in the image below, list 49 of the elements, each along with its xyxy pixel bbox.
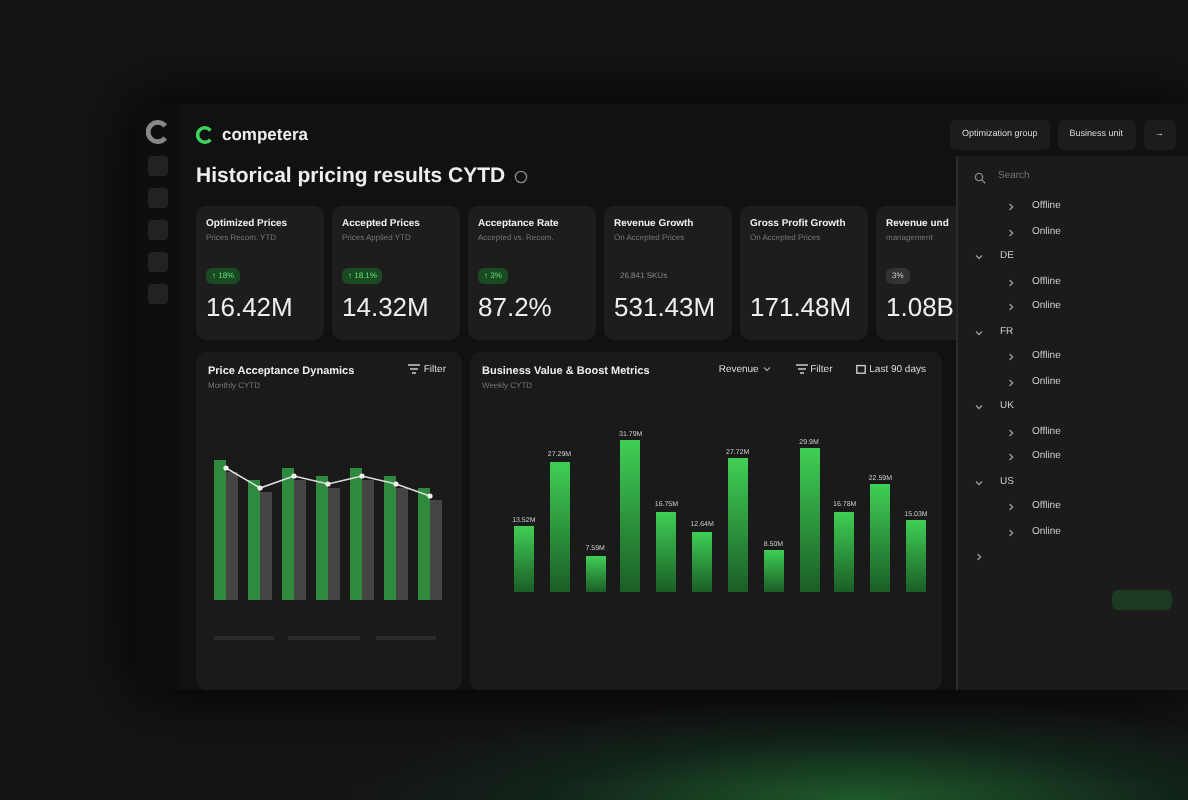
chart-bar (870, 483, 891, 592)
chart-bar (799, 448, 820, 592)
filter-icon (408, 363, 421, 374)
chevron-icon[interactable] (974, 327, 984, 338)
calendar-icon (856, 363, 867, 374)
page-title: Historical pricing results CYTD (196, 161, 506, 192)
chart-bar (727, 458, 748, 592)
brand-name: competera (222, 122, 308, 148)
chart-bar (585, 555, 606, 592)
data-point (427, 492, 433, 499)
chevron-icon[interactable] (1006, 427, 1016, 438)
chart-bar (692, 531, 713, 592)
card-value: 14.32M (342, 290, 431, 326)
chart-bar (549, 461, 570, 592)
chevron-icon[interactable] (1006, 377, 1016, 388)
chart-bar (834, 511, 855, 592)
data-point (325, 480, 331, 487)
chevron-icon[interactable] (1006, 277, 1016, 288)
chevron-icon[interactable] (974, 552, 984, 563)
search-icon (974, 171, 986, 184)
chart-bar (656, 511, 677, 592)
chart-bar (763, 550, 784, 592)
chevron-icon[interactable] (1006, 452, 1016, 463)
data-point (359, 472, 365, 479)
chart-bar (906, 519, 927, 592)
info-icon (513, 170, 528, 185)
chevron-icon[interactable] (1006, 502, 1016, 513)
chevron-icon[interactable] (1006, 352, 1016, 363)
chevron-icon[interactable] (974, 252, 984, 263)
card-value: 16.42M (206, 290, 295, 326)
chevron-icon[interactable] (1006, 202, 1016, 213)
data-point (291, 472, 297, 479)
chevron-icon[interactable] (1006, 527, 1016, 538)
card-value: 171.48M (750, 290, 854, 326)
card-value: 87.2% (478, 290, 554, 326)
data-point (393, 480, 399, 487)
chevron-icon[interactable] (974, 477, 984, 488)
chevron-icon[interactable] (1006, 302, 1016, 313)
chart-bar (513, 526, 534, 592)
card-value: 531.43M (614, 290, 718, 326)
caret-icon (761, 363, 772, 374)
logo-icon (146, 120, 170, 144)
chevron-icon[interactable] (974, 402, 984, 413)
chevron-icon[interactable] (1006, 227, 1016, 238)
logo-icon (196, 125, 214, 144)
data-point (223, 464, 229, 471)
data-point (257, 484, 263, 491)
card-value: 1.08B (886, 290, 956, 326)
filter-icon (795, 363, 808, 374)
